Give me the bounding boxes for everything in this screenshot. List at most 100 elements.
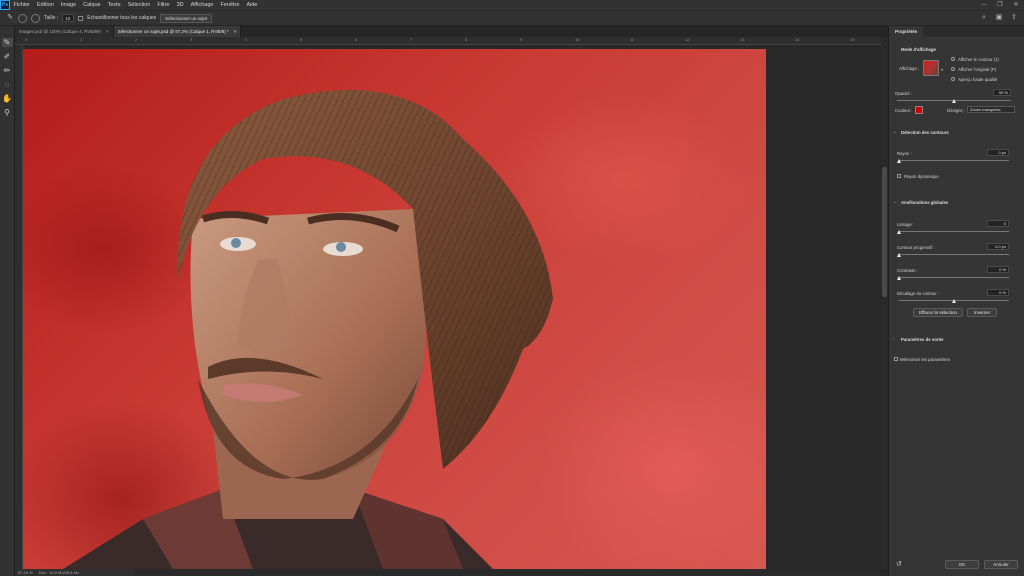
feather-slider-knob[interactable] bbox=[897, 253, 901, 257]
indicates-label: Désigne : bbox=[947, 108, 966, 113]
ruler-tick: 11 bbox=[630, 37, 635, 42]
smooth-input[interactable]: 0 bbox=[987, 220, 1009, 227]
brush-tool-icon[interactable]: ✎ bbox=[6, 14, 14, 22]
select-subject-button[interactable]: Sélectionner un sujet bbox=[160, 13, 213, 23]
doc-size: Doc : 16,8 Mo/28,8 Mo bbox=[38, 570, 80, 575]
share-icon[interactable]: ⇪ bbox=[1010, 14, 1018, 22]
opacity-slider-knob[interactable] bbox=[952, 99, 956, 103]
tab-images[interactable]: Images.psd @ 100% (Calque 4, RVB/8#) × bbox=[15, 26, 114, 37]
reset-icon[interactable]: ↺ bbox=[896, 560, 902, 568]
hq-preview-radio[interactable] bbox=[951, 77, 955, 81]
smooth-slider[interactable] bbox=[899, 231, 1009, 232]
size-input[interactable]: 10 bbox=[62, 14, 75, 22]
canvas-area[interactable] bbox=[23, 45, 881, 569]
workspace-icon[interactable]: ▣ bbox=[995, 14, 1003, 22]
radius-slider[interactable] bbox=[899, 160, 1009, 161]
vertical-scrollbar[interactable] bbox=[881, 37, 888, 569]
global-refinements-title[interactable]: Améliorations globales bbox=[901, 200, 948, 205]
menu-3d[interactable]: 3D bbox=[173, 2, 187, 8]
zoom-level[interactable]: 87,16 % bbox=[18, 569, 33, 576]
ruler-tick: 3 bbox=[190, 37, 193, 42]
menu-selection[interactable]: Sélection bbox=[124, 2, 154, 8]
zoom-tool-icon[interactable]: ⚲ bbox=[2, 108, 13, 117]
tab-select-subject[interactable]: Sélectionner un sujet.psd @ 87,2% (Calqu… bbox=[113, 26, 242, 37]
close-icon[interactable]: ✕ bbox=[1012, 1, 1020, 9]
search-icon[interactable]: ⌕ bbox=[980, 14, 988, 22]
remember-settings-checkbox[interactable] bbox=[894, 357, 898, 361]
status-bar: 87,16 % Doc : 16,8 Mo/28,8 Mo bbox=[15, 569, 135, 576]
smart-radius-checkbox[interactable] bbox=[897, 174, 901, 178]
menu-texte[interactable]: Texte bbox=[104, 2, 124, 8]
restore-icon[interactable]: ❐ bbox=[996, 1, 1004, 9]
clear-selection-button[interactable]: Effacer la sélection bbox=[913, 308, 963, 317]
ruler-tick: 10 bbox=[575, 37, 580, 42]
tab-label: Images.psd @ 100% (Calque 4, RVB/8#) bbox=[19, 29, 102, 34]
refine-brush-tool-icon[interactable]: ✐ bbox=[2, 52, 13, 61]
close-icon[interactable]: × bbox=[234, 26, 237, 37]
smart-radius-label: Rayon dynamique bbox=[904, 174, 939, 179]
ruler-tick: 6 bbox=[355, 37, 358, 42]
shift-edge-slider-knob[interactable] bbox=[952, 299, 956, 303]
chevron-down-icon[interactable]: ⌄ bbox=[893, 199, 897, 205]
view-thumbnail[interactable] bbox=[923, 60, 939, 76]
menu-affichage[interactable]: Affichage bbox=[187, 2, 217, 8]
view-label: Affichage : bbox=[899, 66, 920, 71]
contrast-label: Contraste : bbox=[897, 268, 919, 273]
view-mode-title: Mode d'affichage bbox=[901, 47, 936, 52]
smooth-slider-knob[interactable] bbox=[897, 230, 901, 234]
contrast-input[interactable]: 0 % bbox=[987, 266, 1009, 273]
horizontal-scrollbar[interactable] bbox=[23, 569, 881, 576]
ruler-tick: 9 bbox=[520, 37, 523, 42]
ruler-tick: 7 bbox=[410, 37, 413, 42]
output-settings-title[interactable]: Paramètres de sortie bbox=[901, 337, 944, 342]
cancel-button[interactable]: Annuler bbox=[984, 560, 1018, 569]
tab-properties[interactable]: Propriétés bbox=[889, 26, 924, 37]
scrollbar-thumb[interactable] bbox=[882, 167, 887, 297]
ok-button[interactable]: OK bbox=[945, 560, 979, 569]
chevron-down-icon[interactable]: ▾ bbox=[941, 67, 943, 72]
close-icon[interactable]: × bbox=[106, 26, 109, 37]
minimize-icon[interactable]: – bbox=[980, 1, 988, 9]
feather-slider[interactable] bbox=[899, 254, 1009, 255]
color-swatch[interactable] bbox=[915, 106, 923, 114]
hand-tool-icon[interactable]: ✋ bbox=[2, 94, 13, 103]
horizontal-ruler: 0 1 2 3 4 5 6 7 8 9 10 11 12 13 14 15 bbox=[15, 37, 881, 45]
portrait-photo[interactable] bbox=[23, 49, 766, 569]
subtract-mode-icon[interactable] bbox=[31, 13, 40, 23]
ruler-tick: 15 bbox=[850, 37, 855, 42]
contrast-slider[interactable] bbox=[899, 277, 1009, 278]
options-bar: ✎ Taille : 10 Echantillonner tous les ca… bbox=[0, 10, 1024, 26]
invert-button[interactable]: Inverser bbox=[967, 308, 997, 317]
menu-filtre[interactable]: Filtre bbox=[154, 2, 173, 8]
chevron-down-icon[interactable]: ⌄ bbox=[893, 129, 897, 135]
menu-calque[interactable]: Calque bbox=[80, 2, 104, 8]
menu-image[interactable]: Image bbox=[57, 2, 79, 8]
menu-aide[interactable]: Aide bbox=[243, 2, 261, 8]
quick-selection-tool-icon[interactable]: ✎ bbox=[1, 38, 13, 47]
indicates-select[interactable]: Zones masquées bbox=[967, 106, 1015, 113]
sample-all-label: Echantillonner tous les calques bbox=[87, 15, 157, 21]
shift-edge-input[interactable]: 0 % bbox=[987, 289, 1009, 296]
menu-fichier[interactable]: Fichier bbox=[10, 2, 34, 8]
smooth-label: Lissage : bbox=[897, 222, 915, 227]
ruler-tick: 2 bbox=[135, 37, 138, 42]
menu-bar: Ps Fichier Edition Image Calque Texte Sé… bbox=[0, 0, 1024, 10]
chevron-right-icon[interactable]: › bbox=[893, 336, 895, 341]
menu-edition[interactable]: Edition bbox=[34, 2, 58, 8]
shift-edge-label: Décalage du contour : bbox=[897, 291, 940, 296]
show-edge-label: Afficher le contour (J) bbox=[958, 57, 999, 62]
add-mode-icon[interactable] bbox=[18, 13, 27, 23]
feather-input[interactable]: 0,0 px bbox=[987, 243, 1009, 250]
edge-detection-title[interactable]: Détection des contours bbox=[901, 130, 949, 135]
lasso-tool-icon[interactable]: ◌ bbox=[2, 80, 13, 89]
show-original-radio[interactable] bbox=[951, 67, 955, 71]
opacity-input[interactable]: 50 % bbox=[993, 89, 1011, 96]
brush-tool-icon[interactable]: ✏ bbox=[2, 66, 13, 75]
menu-fenetre[interactable]: Fenêtre bbox=[217, 2, 243, 8]
radius-slider-knob[interactable] bbox=[897, 159, 901, 163]
sample-all-checkbox[interactable] bbox=[78, 15, 84, 21]
panel-tab-bar: Propriétés bbox=[889, 26, 1024, 37]
radius-input[interactable]: 0 px bbox=[987, 149, 1009, 156]
contrast-slider-knob[interactable] bbox=[897, 276, 901, 280]
show-edge-radio[interactable] bbox=[951, 57, 955, 61]
